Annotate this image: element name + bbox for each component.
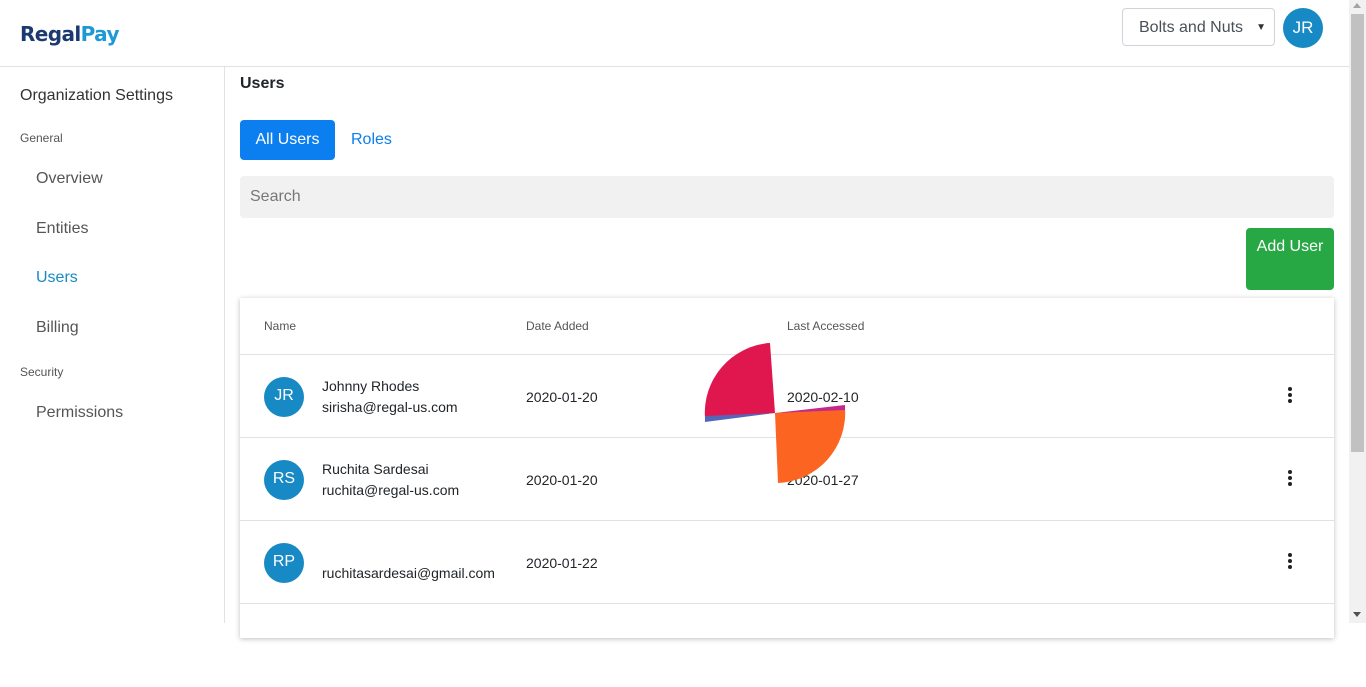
sidebar-item-permissions[interactable]: Permissions	[36, 404, 123, 422]
sidebar-item-entities[interactable]: Entities	[36, 220, 88, 238]
tab-all-users[interactable]: All Users	[240, 120, 335, 160]
date-added: 2020-01-22	[526, 555, 598, 571]
scrollbar-thumb[interactable]	[1351, 14, 1364, 452]
column-header-date-added[interactable]: Date Added	[526, 319, 589, 333]
regalpay-logo[interactable]: RegalPay	[20, 22, 119, 46]
date-added: 2020-01-20	[526, 472, 598, 488]
table-row[interactable]: JR Johnny Rhodes sirisha@regal-us.com 20…	[240, 355, 1334, 438]
user-email: sirisha@regal-us.com	[322, 399, 458, 415]
page-title: Users	[240, 75, 285, 92]
scroll-up-arrow-icon[interactable]	[1353, 3, 1361, 8]
sidebar-title: Organization Settings	[20, 87, 173, 104]
user-name: Johnny Rhodes	[322, 378, 420, 394]
avatar: JR	[264, 377, 304, 417]
table-row[interactable]: RS Ruchita Sardesai ruchita@regal-us.com…	[240, 438, 1334, 521]
caret-down-icon: ▼	[1256, 22, 1266, 33]
more-options-icon[interactable]	[1280, 387, 1300, 407]
sidebar-section-security: Security	[20, 365, 64, 379]
search-input[interactable]	[240, 176, 1334, 218]
sidebar-item-users[interactable]: Users	[36, 269, 78, 287]
top-bar: RegalPay Bolts and Nuts ▼ JR	[0, 0, 1349, 67]
table-header: Name Date Added Last Accessed	[240, 298, 1334, 355]
sidebar-item-overview[interactable]: Overview	[36, 170, 103, 188]
organization-select-value: Bolts and Nuts	[1139, 19, 1244, 36]
user-name: Ruchita Sardesai	[322, 461, 429, 477]
tab-roles[interactable]: Roles	[351, 120, 392, 160]
page-scrollbar[interactable]	[1349, 0, 1366, 623]
more-options-icon[interactable]	[1280, 470, 1300, 490]
column-header-name[interactable]: Name	[264, 319, 296, 333]
user-avatar[interactable]: JR	[1283, 8, 1323, 48]
users-table: Name Date Added Last Accessed JR Johnny …	[240, 298, 1334, 638]
date-added: 2020-01-20	[526, 389, 598, 405]
add-user-button[interactable]: Add User	[1246, 228, 1334, 290]
settings-sidebar: Organization Settings General Overview E…	[0, 67, 225, 623]
more-options-icon[interactable]	[1280, 553, 1300, 573]
last-accessed: 2020-01-27	[787, 472, 859, 488]
column-header-last-accessed[interactable]: Last Accessed	[787, 319, 864, 333]
table-row[interactable]: RP ruchitasardesai@gmail.com 2020-01-22	[240, 521, 1334, 604]
logo-text-pay: Pay	[80, 22, 120, 46]
table-row[interactable]	[240, 604, 1334, 687]
last-accessed: 2020-02-10	[787, 389, 859, 405]
organization-select[interactable]: Bolts and Nuts ▼	[1122, 8, 1275, 46]
user-email: ruchitasardesai@gmail.com	[322, 565, 495, 581]
avatar: RP	[264, 543, 304, 583]
scroll-down-arrow-icon[interactable]	[1353, 612, 1361, 617]
add-user-label: Add User	[1256, 238, 1324, 255]
sidebar-item-billing[interactable]: Billing	[36, 319, 79, 337]
logo-text-regal: Regal	[20, 22, 81, 46]
avatar: RS	[264, 460, 304, 500]
user-email: ruchita@regal-us.com	[322, 482, 460, 498]
sidebar-section-general: General	[20, 131, 63, 145]
